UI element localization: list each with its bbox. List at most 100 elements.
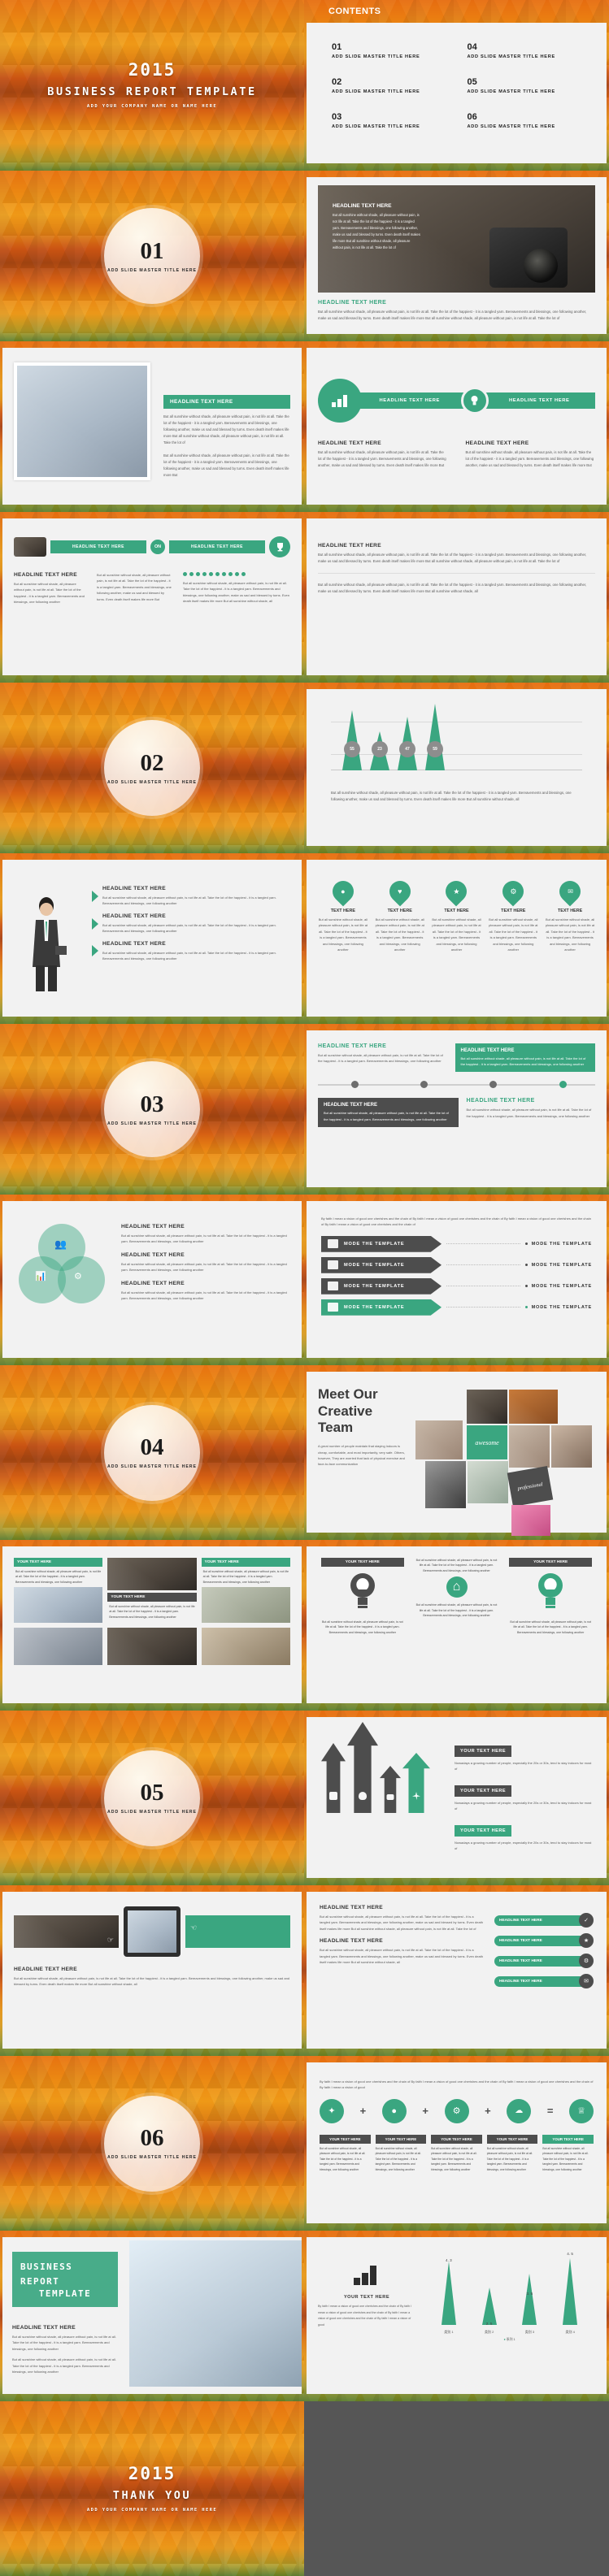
card[interactable]: YOUR TEXT HERE But all sunshine without … — [107, 1558, 197, 1623]
pin-item[interactable]: ✉ TEXT HERE But all sunshine without sha… — [545, 876, 595, 1008]
slide-photo-cards[interactable]: YOUR TEXT HERE But all sunshine without … — [0, 1540, 304, 1711]
list-item[interactable]: MODE THE TEMPLATE MODE THE TEMPLATE — [321, 1256, 592, 1273]
slide-tablet[interactable]: ☞ ☜ HEADLINE TEXT HERE But all sunshine … — [0, 1885, 304, 2056]
tablet-frame — [124, 1906, 181, 1957]
slide-three-pills[interactable]: HEADLINE TEXT HERE ON HEADLINE TEXT HERE… — [0, 512, 304, 683]
team-photo-grid: awesome professional — [415, 1386, 595, 1536]
pin-title: TEXT HERE — [330, 909, 356, 913]
card[interactable]: YOUR TEXT HERE But all sunshine without … — [201, 1558, 291, 1624]
list-item[interactable]: 03 ADD SLIDE MASTER TITLE HERE — [332, 112, 453, 129]
badge-body: Nowadays a growing number of people, esp… — [455, 1800, 592, 1811]
slide-bulb-columns[interactable]: YOUR TEXT HERE But all sunshine without … — [304, 1540, 609, 1711]
thumbnail-image — [14, 537, 46, 557]
list-item[interactable]: 01 ADD SLIDE MASTER TITLE HERE — [332, 42, 453, 59]
slide-spike-chart[interactable]: 55 23 47 59 But all sunshine without sha… — [304, 683, 609, 853]
column-title: YOUR TEXT HERE — [375, 2134, 427, 2144]
section-caption: ADD SLIDE MASTER TITLE HERE — [107, 1810, 197, 1815]
slide-section-02[interactable]: 02 ADD SLIDE MASTER TITLE HERE — [0, 683, 304, 853]
slide-final-title[interactable]: BUSINESS REPORT TEMPLATE HEADLINE TEXT H… — [0, 2231, 304, 2401]
card[interactable]: YOUR TEXT HERE But all sunshine without … — [14, 1558, 103, 1624]
pin-item[interactable]: ● TEXT HERE But all sunshine without sha… — [318, 876, 368, 1008]
slide-team[interactable]: Meet Our Creative Team A great number of… — [304, 1365, 609, 1540]
slide-section-04[interactable]: 04 ADD SLIDE MASTER TITLE HERE — [0, 1365, 304, 1540]
bulb-item[interactable]: YOUR TEXT HERE But all sunshine without … — [509, 1558, 593, 1692]
slide-body: By faith I mean a vision of good one che… — [307, 2062, 607, 2223]
slide-venn[interactable]: 👥 📊 ⚙ HEADLINE TEXT HERE But all sunshin… — [0, 1195, 304, 1365]
slide-person-chevrons[interactable]: HEADLINE TEXT HERE But all sunshine with… — [0, 853, 304, 1024]
list-item[interactable]: 05 ADD SLIDE MASTER TITLE HERE — [468, 77, 589, 94]
list-item[interactable]: HEADLINE TEXT HERE ✉ — [494, 1974, 594, 1988]
arrow-tag: MODE THE TEMPLATE — [321, 1235, 442, 1252]
pin-item[interactable]: ⚙ TEXT HERE But all sunshine without sha… — [488, 876, 538, 1008]
list-item[interactable]: 06 ADD SLIDE MASTER TITLE HERE — [468, 112, 589, 129]
toc-number: 04 — [467, 42, 477, 52]
card-photo — [107, 1628, 197, 1666]
chart-bar: 43% YOUR TEXT — [347, 1722, 378, 1813]
badge-body: Nowadays a growing number of people, esp… — [455, 1761, 592, 1772]
slide-section-01[interactable]: 01 ADD SLIDE MASTER TITLE HERE — [0, 171, 304, 341]
lightbulb-icon — [538, 1573, 563, 1608]
list-item[interactable]: HEADLINE TEXT HERE But all sunshine with… — [92, 913, 290, 935]
pin-item[interactable]: ♥ TEXT HERE But all sunshine without sha… — [375, 876, 425, 1008]
tile-awesome: awesome — [467, 1425, 507, 1459]
slide-arrow-tags[interactable]: By faith I mean a vision of good one che… — [304, 1195, 609, 1365]
slide-body: YOUR TEXT HERE But all sunshine without … — [307, 1546, 607, 1703]
list-item[interactable]: HEADLINE TEXT HERE ✓ — [494, 1913, 594, 1928]
bulb-body: But all sunshine without shade, all plea… — [510, 1620, 592, 1634]
overlay-body: But all sunshine without shade, all plea… — [333, 213, 420, 249]
timeline-axis — [318, 1078, 595, 1091]
slide-two-icon-bars[interactable]: HEADLINE TEXT HERE HEADLINE TEXT HERE HE… — [304, 341, 609, 512]
slide-five-pins[interactable]: ● TEXT HERE But all sunshine without sha… — [304, 853, 609, 1024]
slide-thank-you[interactable]: 2015 THANK YOU ADD YOUR COMPANY NAME OR … — [0, 2401, 304, 2576]
slide-contents[interactable]: CONTENTS 01 ADD SLIDE MASTER TITLE HERE … — [304, 0, 609, 171]
chart-bar-value: 4. 5 — [567, 2252, 573, 2256]
bulb-item[interactable]: YOUR TEXT HERE But all sunshine without … — [321, 1558, 404, 1692]
chart-bar-value: 35% — [411, 1743, 422, 1749]
slide-body: HEADLINE TEXT HERE But all sunshine with… — [2, 860, 302, 1017]
slide-rounded-bars[interactable]: HEADLINE TEXT HERE But all sunshine with… — [304, 1885, 609, 2056]
folder-icon — [328, 1281, 338, 1291]
bulb-item[interactable]: But all sunshine without shade, all plea… — [415, 1558, 498, 1692]
slide-text-columns[interactable]: HEADLINE TEXT HERE But all sunshine with… — [304, 512, 609, 683]
needle-title: YOUR TEXT HERE — [343, 2295, 390, 2300]
venn-headline-1: HEADLINE TEXT HERE — [121, 1224, 185, 1229]
slide-section-03[interactable]: 03 ADD SLIDE MASTER TITLE HERE — [0, 1024, 304, 1195]
chart-legend: ● 系列 1 — [503, 2338, 515, 2341]
toc-number: 02 — [332, 77, 342, 88]
list-item[interactable]: HEADLINE TEXT HERE ⚙ — [494, 1954, 594, 1968]
slide-photo-caption[interactable]: HEADLINE TEXT HERE But all sunshine with… — [304, 171, 609, 341]
slide-body: YOUR TEXT HERE But all sunshine without … — [2, 1546, 302, 1703]
section-number: 03 — [140, 1091, 164, 1117]
list-item[interactable]: 04 ADD SLIDE MASTER TITLE HERE — [468, 42, 589, 59]
list-item[interactable]: MODE THE TEMPLATE MODE THE TEMPLATE — [321, 1277, 592, 1295]
slide-arrow-percent[interactable]: 30% YOUR TEXT 43% YOUR TEXT 19% Y — [304, 1711, 609, 1885]
chevron-right-icon — [92, 945, 98, 957]
slide-timeline[interactable]: HEADLINE TEXT HERE But all sunshine with… — [304, 1024, 609, 1195]
arrow-tag-label: MODE THE TEMPLATE — [344, 1241, 405, 1247]
slide-equation[interactable]: By faith I mean a vision of good one che… — [304, 2056, 609, 2231]
slide-image-text[interactable]: HEADLINE TEXT HERE But all sunshine with… — [0, 341, 304, 512]
slide-cover[interactable]: 2015 BUSINESS REPORT TEMPLATE ADD YOUR C… — [0, 0, 304, 171]
column-body: But all sunshine without shade, all plea… — [431, 2146, 477, 2171]
slide-body: YOUR TEXT HERE By faith I mean a vision … — [307, 2237, 607, 2394]
list-item[interactable]: MODE THE TEMPLATE MODE THE TEMPLATE — [321, 1235, 592, 1252]
gear-icon: ⚙ — [579, 1954, 594, 1968]
slide-section-05[interactable]: 05 ADD SLIDE MASTER TITLE HERE — [0, 1711, 304, 1885]
section-number: 06 — [140, 2125, 164, 2151]
overlay-headline: HEADLINE TEXT HERE — [333, 203, 392, 209]
team-title-line2: Creative — [318, 1403, 373, 1419]
slide-needle-chart[interactable]: YOUR TEXT HERE By faith I mean a vision … — [304, 2231, 609, 2401]
bar-label: HEADLINE TEXT HERE — [494, 1935, 582, 1946]
bar-label: HEADLINE TEXT HERE — [494, 1915, 582, 1926]
slide-body: 👥 📊 ⚙ HEADLINE TEXT HERE But all sunshin… — [2, 1201, 302, 1358]
list-item[interactable]: MODE THE TEMPLATE MODE THE TEMPLATE — [321, 1299, 592, 1316]
slide-body: Meet Our Creative Team A great number of… — [307, 1372, 607, 1536]
list-item[interactable]: HEADLINE TEXT HERE But all sunshine with… — [92, 886, 290, 907]
list-item[interactable]: HEADLINE TEXT HERE ★ — [494, 1933, 594, 1948]
tile-professional: professional — [507, 1465, 554, 1507]
pin-item[interactable]: ★ TEXT HERE But all sunshine without sha… — [432, 876, 482, 1008]
slide-section-06[interactable]: 06 ADD SLIDE MASTER TITLE HERE — [0, 2056, 304, 2231]
list-item[interactable]: HEADLINE TEXT HERE But all sunshine with… — [92, 941, 290, 962]
final-title-line2: TEMPLATE — [38, 2288, 92, 2300]
list-item[interactable]: 02 ADD SLIDE MASTER TITLE HERE — [332, 77, 453, 94]
